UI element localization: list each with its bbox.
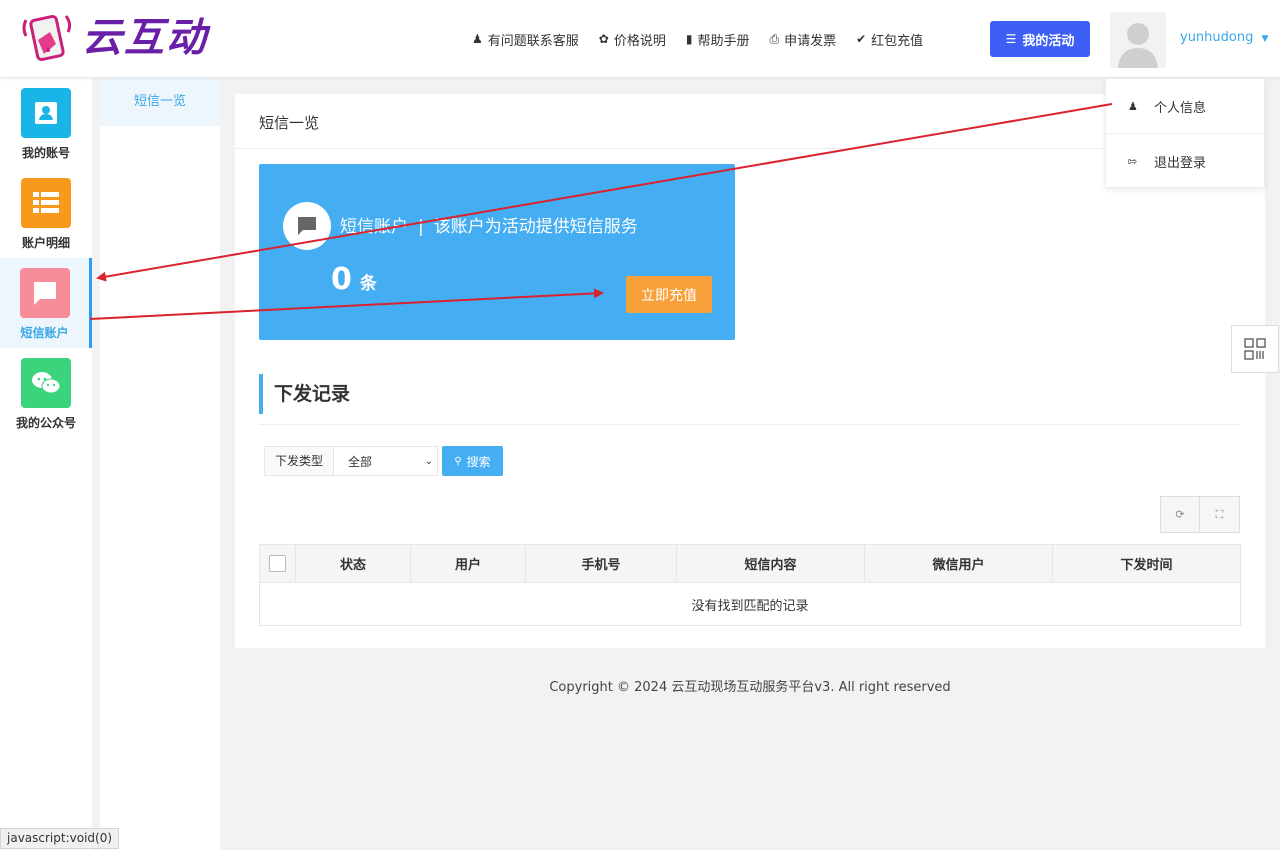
caret-down-icon: ▼	[1261, 34, 1269, 44]
qr-code-button[interactable]	[1231, 325, 1279, 373]
nav-pricing[interactable]: ✿ 价格说明	[599, 30, 666, 49]
top-header: 云互动 ♟ 有问题联系客服 ✿ 价格说明 ▮ 帮助手册 ⎙ 申请发票 ✔ 红包充…	[0, 0, 1280, 78]
sms-card-separator: |	[418, 217, 424, 237]
fullscreen-icon: ⛶	[1215, 507, 1224, 521]
logo-text: 云互动	[82, 15, 208, 61]
column-header[interactable]: 微信用户	[865, 545, 1053, 582]
sidebar-item-label: 我的账号	[21, 146, 70, 160]
search-button-label: 搜索	[466, 454, 491, 469]
sidebar-item-label: 短信账户	[20, 326, 69, 340]
refresh-button[interactable]: ⟳	[1160, 496, 1200, 533]
column-header[interactable]: 用户	[411, 545, 526, 582]
nav-red-packet-recharge[interactable]: ✔ 红包充值	[856, 30, 923, 49]
column-header[interactable]: 手机号	[526, 545, 677, 582]
username-dropdown[interactable]: yunhudong ▼	[1180, 30, 1268, 45]
logout-icon: ⇰	[1128, 155, 1138, 168]
records-filter: 下发类型 全部 ⌄ ⚲ 搜索	[264, 446, 504, 476]
search-button[interactable]: ⚲ 搜索	[442, 446, 504, 476]
avatar[interactable]	[1110, 12, 1166, 68]
sidebar-item-label: 账户明细	[21, 236, 70, 250]
nav-invoice[interactable]: ⎙ 申请发票	[769, 30, 836, 49]
menu-item-label: 退出登录	[1154, 156, 1207, 171]
chevron-down-icon: ⌄	[424, 455, 434, 467]
user-dropdown-menu: ♟ 个人信息 ⇰ 退出登录	[1105, 78, 1265, 188]
username: yunhudong	[1180, 30, 1254, 45]
divider	[259, 424, 1240, 425]
phone-logo-icon	[20, 10, 76, 66]
sms-card-name: 短信账户	[340, 217, 408, 237]
footer-copyright: Copyright © 2024 云互动现场互动服务平台v3. All righ…	[549, 680, 951, 695]
my-activities-label: 我的活动	[1022, 33, 1075, 49]
sms-balance: 0条	[331, 262, 377, 297]
nav-contact-support[interactable]: ♟ 有问题联系客服	[472, 30, 579, 49]
recharge-now-button[interactable]: 立即充值	[626, 276, 712, 313]
qr-code-icon	[1244, 338, 1266, 360]
nav-label: 价格说明	[613, 33, 666, 49]
send-type-value: 全部	[348, 454, 373, 469]
column-header[interactable]: 状态	[296, 545, 411, 582]
refresh-icon: ⟳	[1175, 508, 1185, 521]
menu-item-profile[interactable]: ♟ 个人信息	[1106, 79, 1264, 134]
subnav-item-sms-overview[interactable]: 短信一览	[100, 78, 220, 126]
nav-label: 帮助手册	[697, 33, 750, 49]
empty-records-message: 没有找到匹配的记录	[691, 598, 809, 614]
sidebar-item-account-details[interactable]: 账户明细	[0, 168, 92, 258]
select-all-cell	[260, 545, 296, 582]
top-nav: ♟ 有问题联系客服 ✿ 价格说明 ▮ 帮助手册 ⎙ 申请发票 ✔ 红包充值	[472, 21, 943, 57]
user-icon: ♟	[1128, 99, 1138, 113]
menu-item-label: 个人信息	[1154, 100, 1207, 116]
list-icon	[21, 178, 71, 228]
sms-card-description: 该账户为活动提供短信服务	[433, 217, 638, 237]
icon-sidebar: 我的账号 账户明细 短信账户 我的公众号	[0, 78, 92, 850]
book-icon: ▮	[685, 32, 693, 46]
menu-item-logout[interactable]: ⇰ 退出登录	[1106, 134, 1264, 189]
send-type-label: 下发类型	[264, 446, 335, 476]
select-all-checkbox[interactable]	[269, 555, 286, 572]
fullscreen-button[interactable]: ⛶	[1200, 496, 1240, 533]
sidebar-item-my-account[interactable]: 我的账号	[0, 78, 92, 168]
status-bar-url: javascript:void(0)	[0, 828, 120, 849]
user-plus-icon: ♟	[472, 32, 483, 46]
sms-balance-unit: 条	[359, 274, 377, 294]
records-section-title: 下发记录	[259, 374, 350, 414]
send-type-select[interactable]: 全部 ⌄	[334, 446, 439, 476]
sms-account-card: 短信账户 | 该账户为活动提供短信服务 0条 立即充值	[259, 164, 735, 340]
nav-label: 有问题联系客服	[487, 33, 579, 49]
my-activities-button[interactable]: ☰ 我的活动	[990, 21, 1090, 57]
list-icon: ☰	[1005, 32, 1017, 46]
sidebar-item-my-official-account[interactable]: 我的公众号	[0, 348, 92, 438]
column-header[interactable]: 下发时间	[1053, 545, 1240, 582]
settings-badge-icon: ✿	[598, 32, 609, 46]
search-icon: ⚲	[454, 455, 462, 467]
wechat-icon	[21, 358, 71, 408]
sidebar-item-sms-account[interactable]: 短信账户	[0, 258, 92, 348]
message-icon	[283, 202, 331, 250]
avatar-placeholder-icon	[1110, 12, 1166, 68]
contact-card-icon	[21, 88, 71, 138]
nav-help-manual[interactable]: ▮ 帮助手册	[686, 30, 750, 49]
nav-label: 红包充值	[871, 33, 924, 49]
table-toolbar: ⟳ ⛶	[1160, 496, 1240, 533]
printer-icon: ⎙	[769, 31, 780, 46]
sms-card-title: 短信账户 | 该账户为活动提供短信服务	[340, 212, 638, 237]
table-header: 状态 用户 手机号 短信内容 微信用户 下发时间	[260, 545, 1240, 583]
column-header[interactable]: 短信内容	[677, 545, 865, 582]
panel-title: 短信一览	[259, 114, 320, 132]
nav-label: 申请发票	[784, 33, 837, 49]
message-icon	[19, 268, 70, 318]
sms-balance-count: 0	[331, 262, 352, 297]
logo[interactable]: 云互动	[20, 10, 208, 66]
sidebar-item-label: 我的公众号	[15, 416, 76, 430]
records-table: 状态 用户 手机号 短信内容 微信用户 下发时间 没有找到匹配的记录	[259, 544, 1241, 626]
sub-sidebar: 短信一览	[100, 78, 220, 850]
shield-check-icon: ✔	[856, 32, 867, 46]
